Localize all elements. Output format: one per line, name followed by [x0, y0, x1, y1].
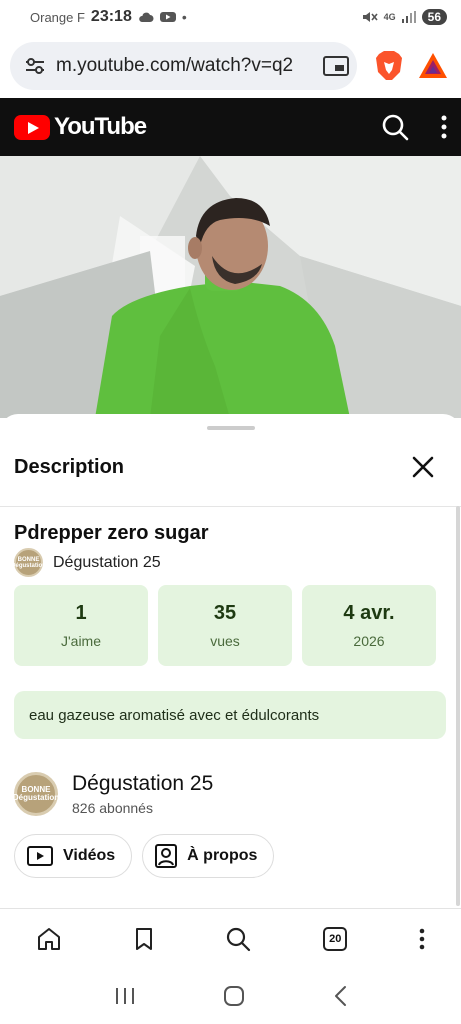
- videos-label: Vidéos: [63, 847, 116, 864]
- channel-avatar-large[interactable]: BONNE Dégustation: [13, 772, 59, 816]
- channel-avatar[interactable]: BONNE Dégustation: [11, 548, 46, 577]
- pip-icon[interactable]: [323, 56, 349, 76]
- mute-icon: [362, 12, 378, 22]
- recents-icon[interactable]: [114, 986, 136, 1006]
- kebab-menu-icon[interactable]: [441, 115, 447, 139]
- close-icon[interactable]: [410, 454, 436, 480]
- channel-name[interactable]: Dégustation 25: [53, 554, 161, 572]
- portrait-icon: [155, 844, 178, 868]
- channel-block[interactable]: BONNE Dégustation Dégustation 25 826 abo…: [13, 772, 213, 816]
- about-label: À propos: [187, 847, 258, 864]
- youtube-header: YouTube: [0, 98, 461, 156]
- description-text: eau gazeuse aromatisé avec et édulcorant…: [14, 691, 446, 739]
- youtube-play-icon: [14, 114, 50, 140]
- drag-handle[interactable]: [207, 426, 255, 430]
- stat-label: vues: [210, 633, 240, 649]
- system-navigation-bar: [0, 968, 461, 1024]
- stat-likes: 1 J'aime: [14, 585, 148, 666]
- stat-value: 4 avr.: [343, 602, 395, 624]
- network-type: 4G: [383, 12, 396, 22]
- about-button[interactable]: À propos: [142, 834, 275, 878]
- url-text[interactable]: m.youtube.com/watch?v=q2: [56, 55, 315, 77]
- youtube-logo-text: YouTube: [54, 113, 147, 140]
- search-icon[interactable]: [225, 926, 251, 952]
- video-player[interactable]: [0, 156, 461, 418]
- back-icon[interactable]: [332, 985, 348, 1007]
- description-sheet: Description Pdrepper zero sugar BONNE Dé…: [0, 414, 461, 908]
- battery-indicator: 56: [421, 9, 447, 25]
- home-icon[interactable]: [36, 927, 62, 951]
- divider: [0, 506, 461, 507]
- play-box-icon: [27, 846, 53, 866]
- stat-value: 35: [213, 602, 237, 624]
- cloud-icon: [139, 12, 154, 22]
- address-bar[interactable]: m.youtube.com/watch?v=q2: [10, 42, 357, 90]
- video-title: Pdrepper zero sugar: [14, 522, 209, 544]
- stat-label: 2026: [353, 633, 385, 649]
- home-circle-icon[interactable]: [223, 985, 245, 1007]
- stat-value: 1: [75, 602, 87, 624]
- sheet-title: Description: [14, 456, 125, 478]
- channel-name-large[interactable]: Dégustation 25: [72, 772, 213, 796]
- channel-links: Vidéos À propos: [14, 834, 275, 878]
- browser-toolbar: m.youtube.com/watch?v=q2: [0, 38, 461, 94]
- stat-views: 35 vues: [158, 585, 292, 666]
- video-frame: [0, 156, 461, 418]
- tabs-icon[interactable]: 20: [323, 926, 348, 951]
- stats-row: 1 J'aime 35 vues 4 avr. 2026: [14, 585, 436, 666]
- search-icon[interactable]: [381, 113, 409, 141]
- clock: 23:18: [90, 8, 132, 25]
- settings-sliders-icon[interactable]: [24, 56, 46, 76]
- bookmark-icon[interactable]: [134, 927, 154, 951]
- signal-icon: [401, 11, 416, 23]
- subscriber-count: 826 abonnés: [72, 800, 153, 816]
- browser-bottom-toolbar: 20: [0, 908, 461, 968]
- scrollbar[interactable]: [456, 506, 460, 906]
- kebab-menu-icon[interactable]: [419, 928, 425, 950]
- dot-icon: •: [181, 9, 187, 25]
- brave-lion-icon[interactable]: [371, 48, 407, 84]
- channel-row[interactable]: BONNE Dégustation Dégustation 25: [11, 548, 161, 577]
- stat-date: 4 avr. 2026: [302, 585, 436, 666]
- stat-label: J'aime: [60, 633, 102, 649]
- youtube-logo[interactable]: YouTube: [14, 113, 147, 141]
- status-bar: Orange F 23:18 • 4G 56: [0, 0, 461, 34]
- videos-button[interactable]: Vidéos: [14, 834, 133, 878]
- youtube-notification-icon: [159, 12, 176, 22]
- carrier-label: Orange F: [30, 9, 85, 25]
- bat-triangle-icon[interactable]: [415, 48, 451, 84]
